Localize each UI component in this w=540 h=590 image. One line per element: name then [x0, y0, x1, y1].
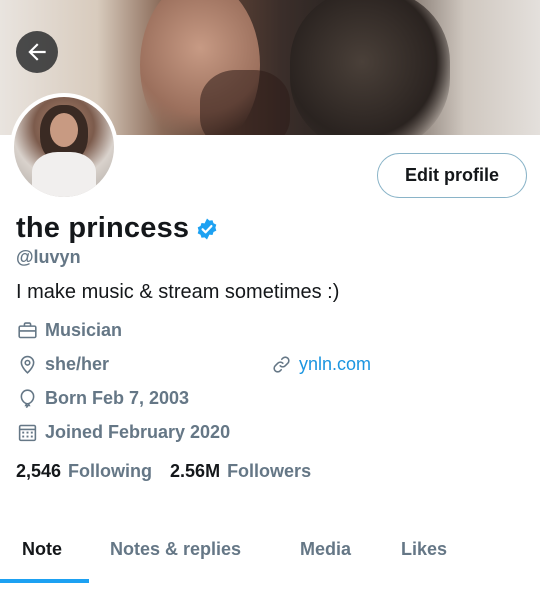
banner-photo-dog: [290, 0, 450, 135]
profile-tabs: Note Notes & replies Media Likes: [0, 522, 540, 584]
birthdate-label: Born Feb 7, 2003: [45, 388, 190, 408]
avatar-face: [50, 113, 78, 147]
birthdate-item: Born Feb 7, 2003: [17, 388, 189, 409]
display-name: the princess: [16, 212, 190, 244]
tab-media[interactable]: Media: [300, 539, 351, 560]
balloon-icon: [20, 389, 35, 408]
tab-notes-and-replies[interactable]: Notes & replies: [110, 539, 241, 560]
verified-badge-icon: [197, 218, 217, 239]
followers-count[interactable]: 2.56M: [170, 461, 220, 482]
followers-label[interactable]: Followers: [227, 461, 311, 482]
calendar-icon: [18, 424, 37, 442]
user-handle: @luvyn: [16, 247, 81, 267]
joined-date-label: Joined February 2020: [45, 422, 231, 442]
active-tab-indicator: [0, 579, 89, 583]
bio-text: I make music & stream sometimes :): [16, 281, 340, 303]
website-link[interactable]: ynln.com: [299, 354, 371, 375]
tab-likes[interactable]: Likes: [401, 539, 447, 560]
following-count[interactable]: 2,546: [16, 461, 61, 482]
pronouns-label: she/her: [45, 354, 110, 374]
avatar-frame[interactable]: [10, 93, 118, 201]
avatar-dress: [32, 152, 96, 197]
pronouns-item: she/her: [17, 354, 109, 375]
banner-photo-detail: [200, 70, 290, 135]
link-icon: [273, 356, 290, 373]
website-item[interactable]: ynln.com: [271, 354, 371, 375]
briefcase-icon: [18, 322, 37, 339]
occupation-label: Musician: [45, 320, 123, 340]
follow-stats: 2,546 Following 2.56M Followers: [16, 461, 311, 482]
joined-date-item: Joined February 2020: [17, 422, 230, 443]
back-button[interactable]: [16, 31, 58, 73]
location-pin-icon: [20, 355, 35, 374]
tab-note[interactable]: Note: [22, 539, 62, 560]
following-label[interactable]: Following: [68, 461, 152, 482]
name-row: the princess: [16, 212, 219, 245]
arrow-left-icon: [28, 43, 46, 61]
edit-profile-button[interactable]: Edit profile: [377, 153, 527, 198]
avatar: [14, 97, 114, 197]
occupation-item: Musician: [17, 320, 122, 341]
